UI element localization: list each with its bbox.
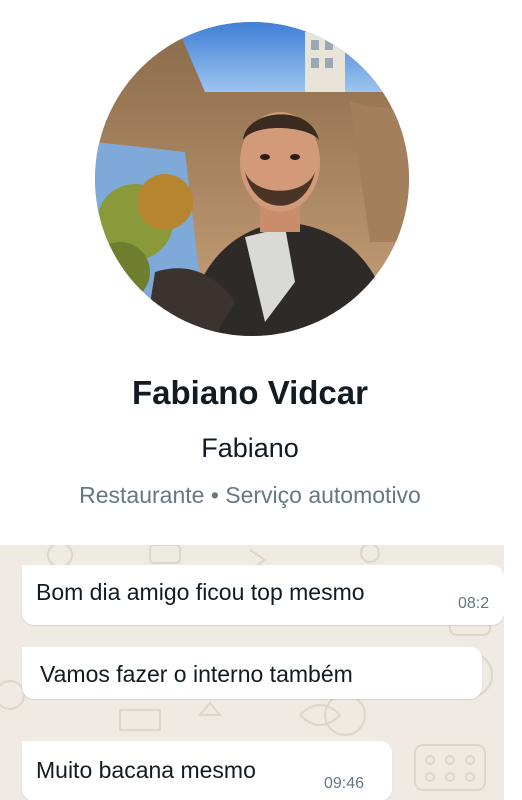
profile-header: Fabiano Vidcar Fabiano Restaurante • Ser… [0, 0, 522, 545]
chat-area: Bom dia amigo ficou top mesmo 08:2 Vamos… [0, 545, 504, 800]
message-text: Bom dia amigo ficou top mesmo [36, 579, 365, 605]
profile-display-name: Fabiano [201, 433, 299, 463]
message-time: 08:2 [458, 595, 490, 612]
message-text: Vamos fazer o interno também [40, 661, 353, 687]
profile-avatar[interactable] [95, 22, 409, 336]
message-bubble[interactable]: Bom dia amigo ficou top mesmo 08:2 [22, 565, 504, 625]
message-bubble[interactable]: Vamos fazer o interno também [22, 647, 482, 699]
bubble-tail [22, 741, 23, 751]
bubble-tail [22, 565, 23, 575]
business-categories: Restaurante • Serviço automotivo [79, 482, 421, 508]
message-text: Muito bacana mesmo [36, 757, 256, 783]
profile-name: Fabiano Vidcar [132, 374, 368, 411]
message-bubble[interactable]: Muito bacana mesmo 09:46 [22, 741, 392, 800]
business-profile-screen: Fabiano Vidcar Fabiano Restaurante • Ser… [0, 0, 522, 800]
message-time: 09:46 [324, 775, 365, 792]
right-edge [504, 545, 522, 800]
